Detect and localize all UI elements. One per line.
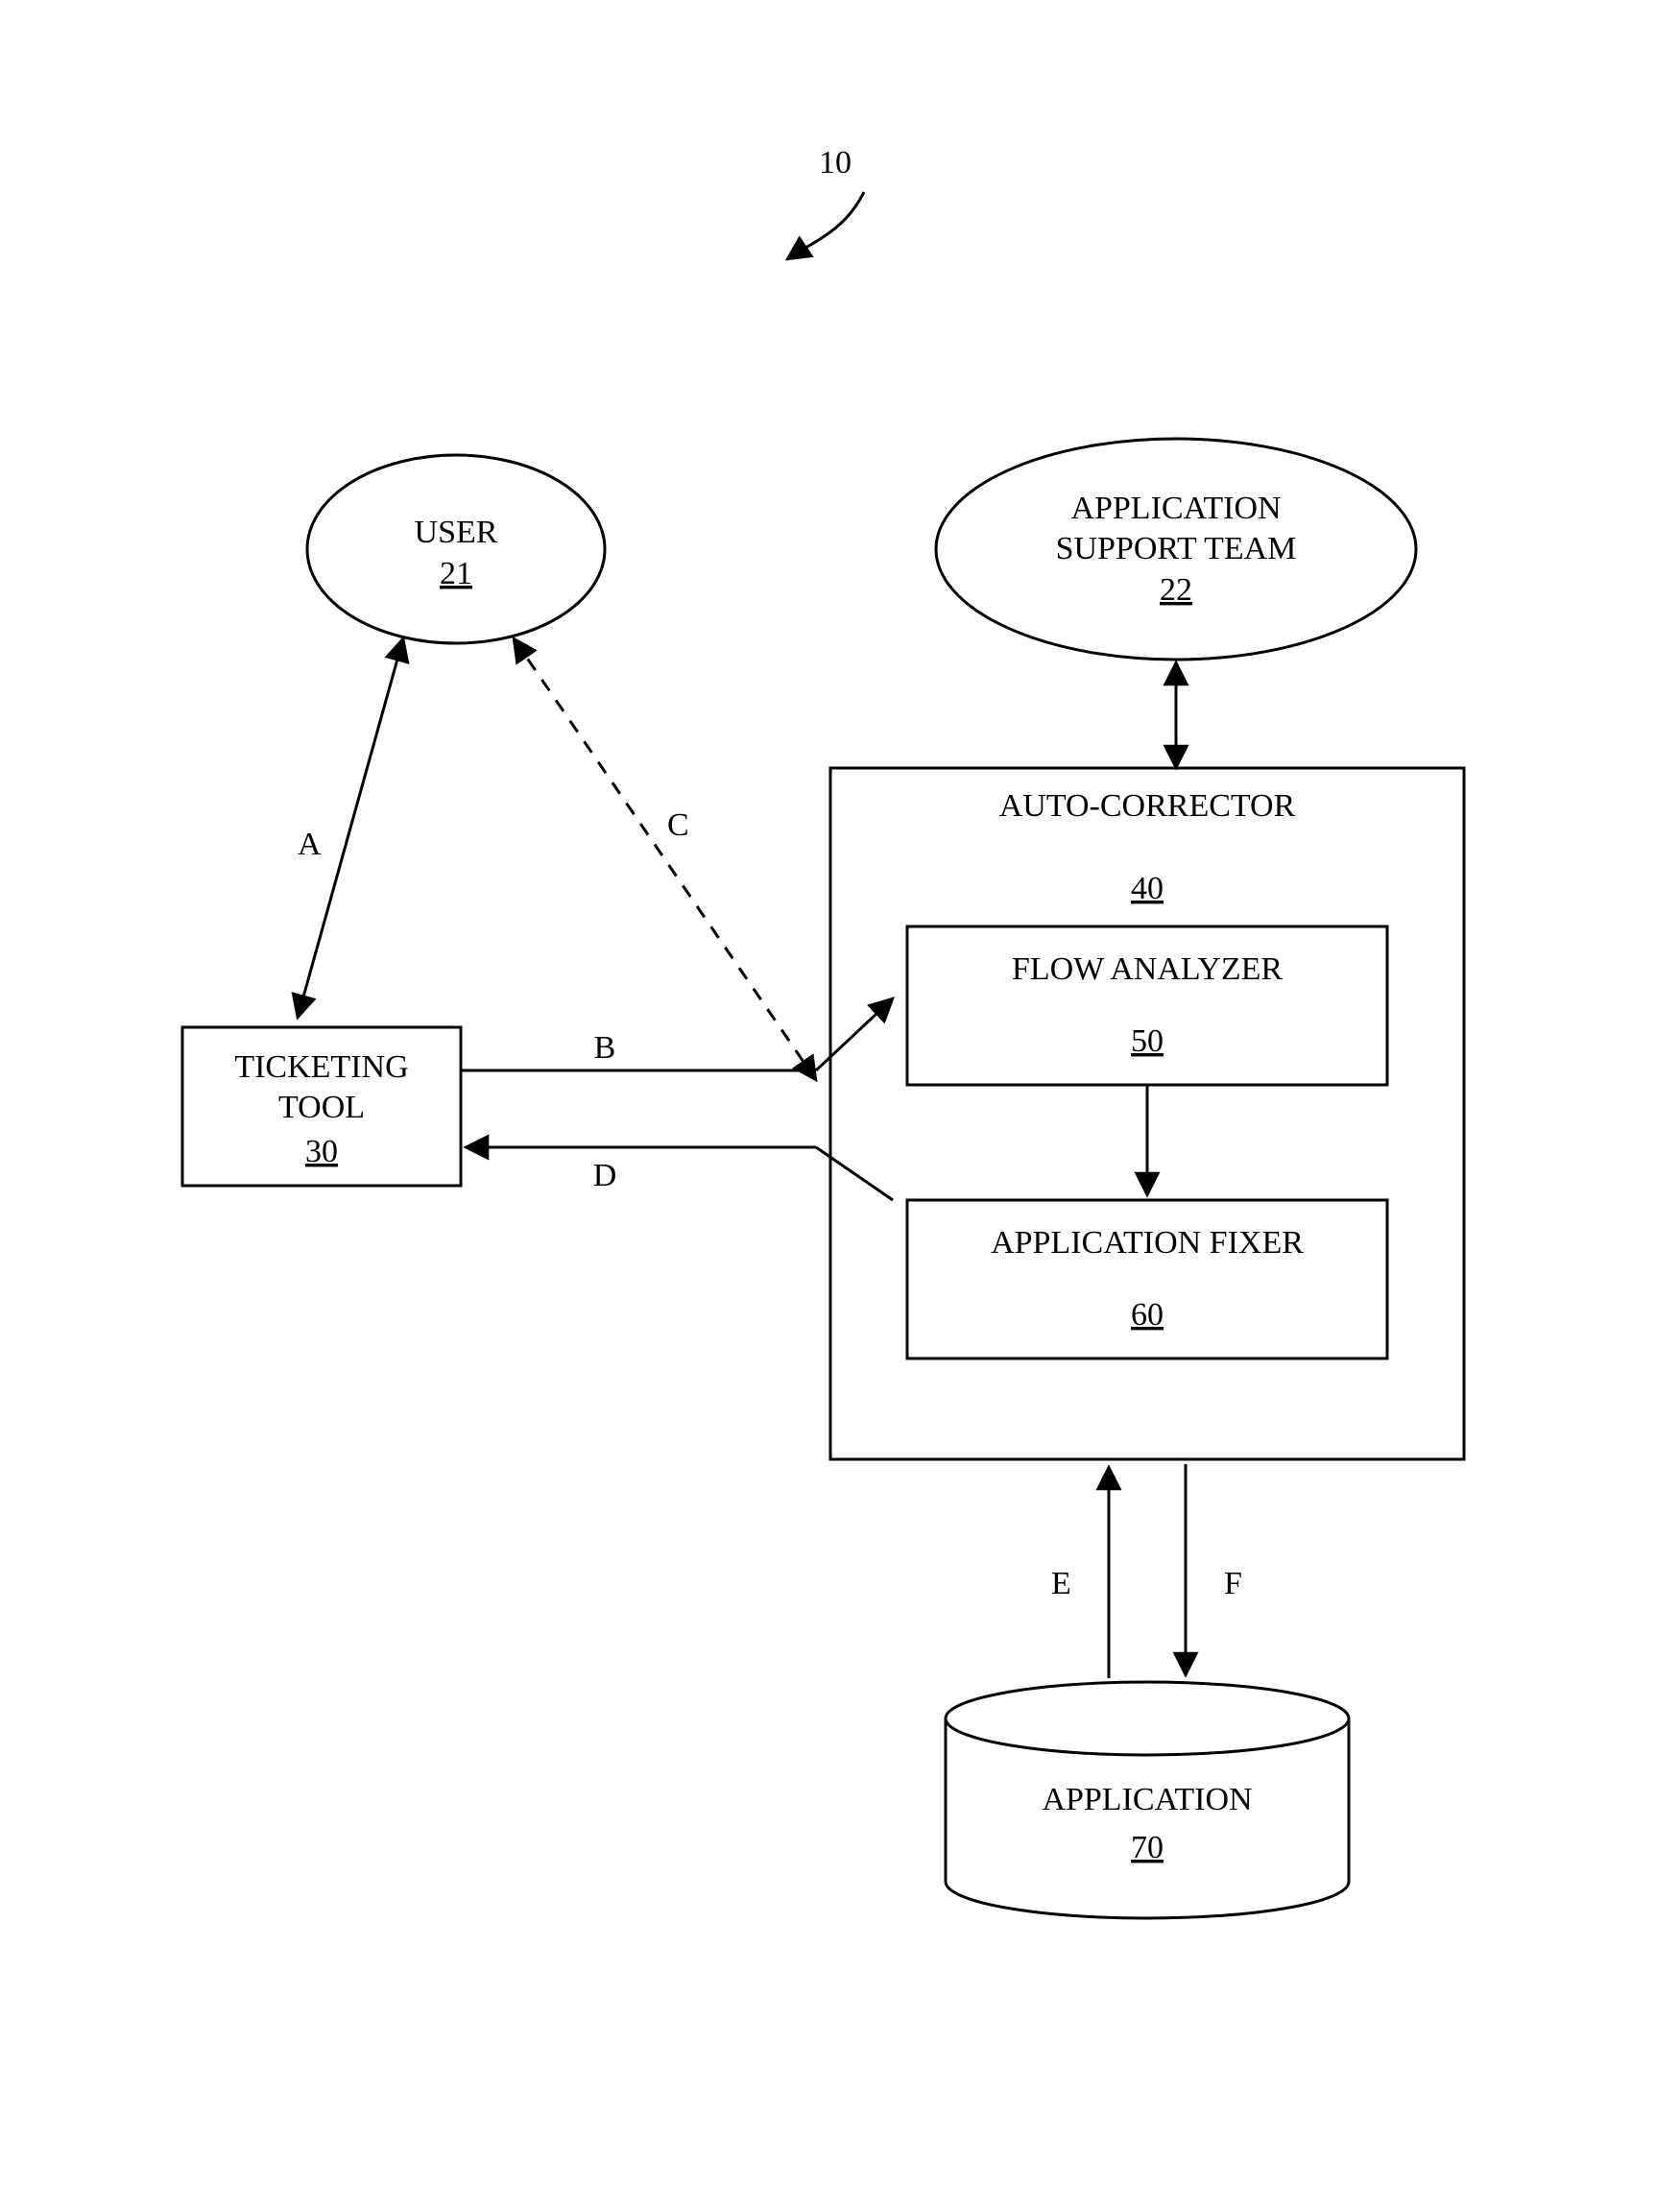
arrow-c xyxy=(514,638,816,1080)
figure-ref-label: 10 xyxy=(819,145,852,180)
autocorr-num: 40 xyxy=(1131,871,1164,906)
arrow-b-head xyxy=(816,998,893,1070)
arrow-d-head xyxy=(816,1147,893,1200)
app-label: APPLICATION xyxy=(1042,1782,1252,1817)
flow-analyzer-node: FLOW ANALYZER 50 xyxy=(907,926,1387,1085)
flow-num: 50 xyxy=(1131,1023,1164,1059)
ticket-num: 30 xyxy=(305,1134,338,1169)
user-node: USER 21 xyxy=(307,455,605,643)
arrow-e-label: E xyxy=(1051,1566,1071,1601)
application-db-node: APPLICATION 70 xyxy=(946,1682,1349,1918)
user-num: 21 xyxy=(440,556,472,591)
ticketing-tool-node: TICKETING TOOL 30 xyxy=(182,1027,461,1186)
autocorr-label: AUTO-CORRECTOR xyxy=(999,788,1296,824)
support-team-node: APPLICATION SUPPORT TEAM 22 xyxy=(936,439,1416,660)
ticket-label-2: TOOL xyxy=(278,1090,365,1125)
arrow-f-label: F xyxy=(1224,1566,1242,1601)
arrow-d-label: D xyxy=(593,1158,617,1193)
support-label-1: APPLICATION xyxy=(1070,491,1281,526)
arrow-a-label: A xyxy=(298,827,322,862)
flow-label: FLOW ANALYZER xyxy=(1012,951,1283,987)
fixer-label: APPLICATION FIXER xyxy=(991,1225,1304,1261)
support-num: 22 xyxy=(1160,572,1192,608)
ticket-label-1: TICKETING xyxy=(234,1049,408,1085)
app-num: 70 xyxy=(1131,1830,1164,1865)
fixer-num: 60 xyxy=(1131,1297,1164,1333)
application-fixer-node: APPLICATION FIXER 60 xyxy=(907,1200,1387,1358)
arrow-c-label: C xyxy=(667,807,689,843)
diagram-canvas: 10 USER 21 APPLICATION SUPPORT TEAM 22 T… xyxy=(0,0,1680,2211)
arrow-b-label: B xyxy=(594,1030,616,1066)
user-label: USER xyxy=(415,515,498,550)
support-label-2: SUPPORT TEAM xyxy=(1056,531,1297,566)
figure-ref-arrow xyxy=(787,192,864,259)
